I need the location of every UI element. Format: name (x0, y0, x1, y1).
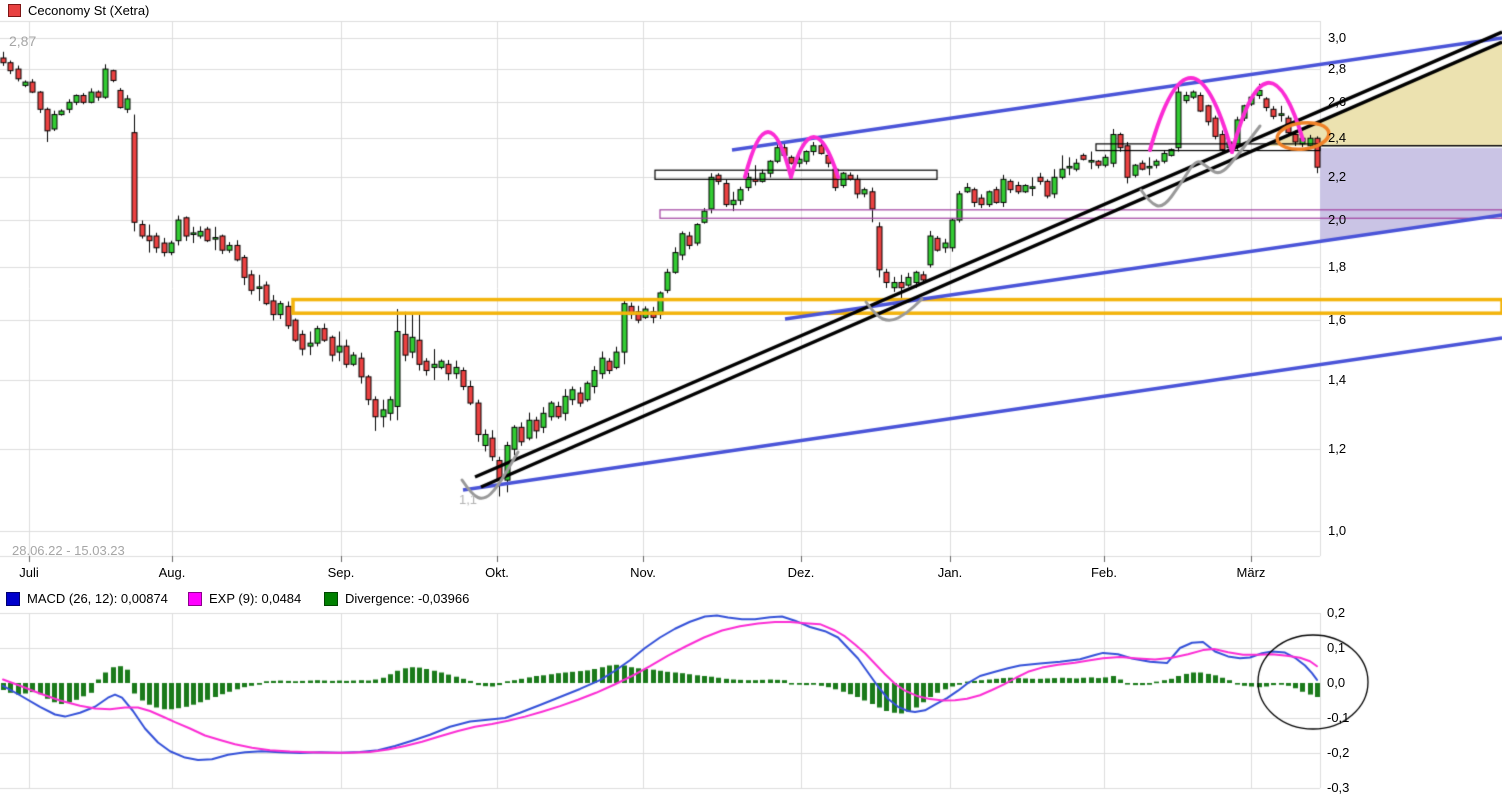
chart-application: Ceconomy St (Xetra) 2,87 28.06.22 - 15.0… (0, 0, 1502, 812)
legend-divergence-label: Divergence: -0,03966 (345, 591, 470, 606)
x-axis-label: Feb. (1090, 565, 1117, 580)
macd-swatch-icon (6, 591, 20, 606)
macd-axis-label: -0,1 (1327, 710, 1350, 725)
price-axis-label: 1,0 (1328, 523, 1347, 538)
price-axis-label: 2,6 (1328, 94, 1347, 110)
x-axis-label: Nov. (630, 565, 656, 580)
price-axis-label: 2,4 (1328, 130, 1347, 146)
price-axis-label: 2,0 (1328, 212, 1347, 228)
chart-header: Ceconomy St (Xetra) (8, 3, 149, 18)
x-axis-label: Okt. (485, 565, 509, 580)
legend-macd-label: MACD (26, 12): 0,00874 (27, 591, 168, 606)
last-price-label: 2,87 (9, 33, 37, 49)
price-axis-label: 1,4 (1328, 372, 1347, 388)
macd-axis-label: 0,2 (1327, 605, 1346, 620)
macd-axis-label: -0,2 (1327, 745, 1350, 760)
legend-item-exp[interactable]: EXP (9): 0,0484 (188, 591, 301, 606)
exp-swatch-icon (188, 591, 202, 606)
x-axis-label: März (1236, 565, 1266, 580)
legend-item-divergence[interactable]: Divergence: -0,03966 (324, 591, 469, 606)
price-axis-label: 1,6 (1328, 312, 1347, 328)
date-range-label: 28.06.22 - 15.03.23 (12, 543, 125, 558)
legend-item-macd[interactable]: MACD (26, 12): 0,00874 (6, 591, 168, 606)
price-axis-label: 3,0 (1328, 30, 1347, 46)
series-color-icon (8, 4, 21, 17)
price-axis-label: 1,8 (1328, 259, 1347, 275)
price-axis-label: 2,8 (1328, 61, 1347, 77)
x-axis-label: Jan. (937, 565, 963, 580)
x-axis-label: Aug. (158, 565, 186, 580)
x-axis-label: Sep. (327, 565, 355, 580)
chart-title: Ceconomy St (Xetra) (28, 3, 150, 18)
price-axis-label: 1,2 (1328, 441, 1347, 457)
macd-axis-label: -0,3 (1327, 780, 1350, 795)
chart-canvas[interactable] (0, 0, 1502, 812)
divergence-swatch-icon (324, 591, 338, 606)
price-axis-label: 2,2 (1328, 169, 1347, 185)
macd-axis-label: 0,0 (1327, 675, 1346, 690)
legend-exp-label: EXP (9): 0,0484 (209, 591, 302, 606)
x-axis-label: Juli (19, 565, 39, 580)
macd-axis-label: 0,1 (1327, 640, 1346, 655)
x-axis-label: Dez. (787, 565, 815, 580)
